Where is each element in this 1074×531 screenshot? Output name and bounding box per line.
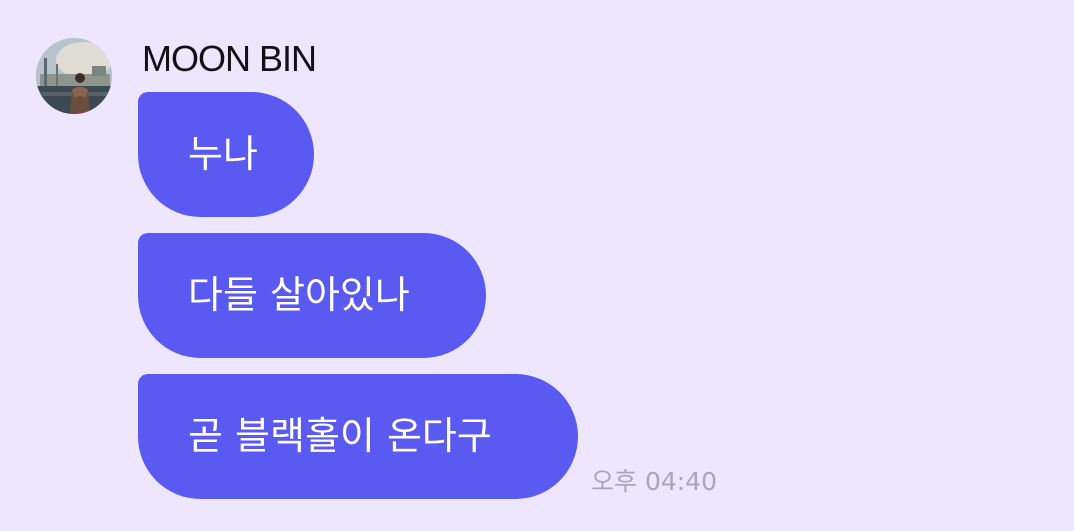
profile-photo-icon — [36, 38, 112, 114]
message-bubble[interactable]: 누나 — [138, 92, 314, 217]
message-bubble[interactable]: 곧 블랙홀이 온다구 — [138, 374, 578, 499]
message-text: 누나 — [188, 132, 258, 176]
message-timestamp: 오후 04:40 — [591, 467, 717, 496]
message-bubble[interactable]: 다들 살아있나 — [138, 233, 486, 358]
sender-name: MOON BIN — [142, 38, 317, 79]
avatar[interactable] — [36, 38, 112, 114]
message-text: 다들 살아있나 — [188, 273, 410, 317]
message-text: 곧 블랙홀이 온다구 — [188, 414, 492, 458]
